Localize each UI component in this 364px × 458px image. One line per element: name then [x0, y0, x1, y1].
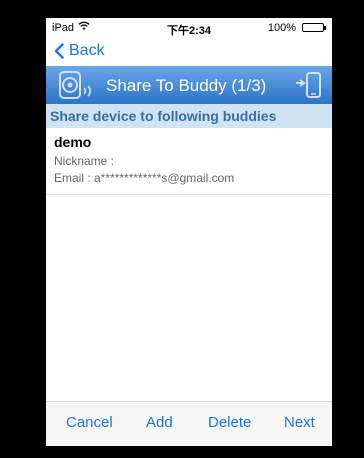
section-header: Share device to following buddies: [46, 104, 332, 128]
status-bar: iPad 下午2:34 100%: [46, 18, 332, 38]
add-button[interactable]: Add: [146, 414, 173, 431]
buddy-nickname: Nickname :: [54, 154, 115, 168]
delete-button[interactable]: Delete: [208, 414, 251, 431]
battery-percent: 100%: [267, 22, 296, 34]
buddy-name: demo: [54, 134, 92, 150]
cancel-button[interactable]: Cancel: [66, 414, 113, 431]
share-to-phone-icon: [296, 72, 321, 98]
buddy-list-item[interactable]: demo Nickname : Email : a*************s@…: [46, 128, 332, 195]
buddy-email: Email : a*************s@gmail.com: [54, 171, 235, 185]
back-button[interactable]: Back: [54, 42, 105, 60]
app-screen: iPad 下午2:34 100% Back Share To Buddy (1/…: [46, 18, 332, 446]
title-bar: Share To Buddy (1/3): [46, 66, 332, 104]
chevron-left-icon: [54, 43, 64, 59]
bottom-toolbar: Cancel Add Delete Next: [46, 401, 332, 446]
battery-icon: [302, 23, 326, 32]
next-button[interactable]: Next: [284, 414, 315, 431]
back-label: Back: [69, 42, 105, 59]
device-signal-icon: [59, 71, 91, 99]
page-title: Share To Buddy (1/3): [106, 76, 267, 95]
navigation-bar: Back: [46, 38, 332, 66]
